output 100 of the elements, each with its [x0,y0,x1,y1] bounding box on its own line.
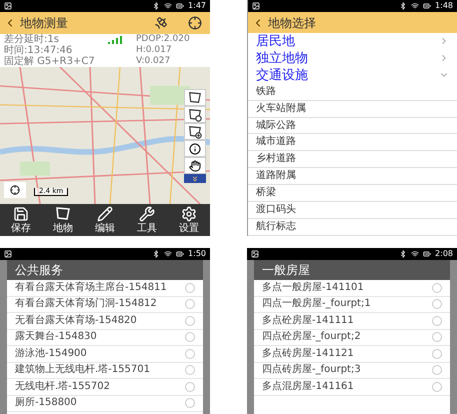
map-tool-button[interactable] [184,157,206,174]
option-label: 露天舞台-154830 [15,332,98,342]
bluetooth-icon [152,2,160,10]
toolbar-button[interactable]: 设置 [168,204,210,236]
radio-button[interactable] [432,316,442,326]
option-row[interactable]: 四点一般房屋-_fourpt;1 [254,296,450,313]
option-row[interactable]: 四点砖房屋-_fourpt;3 [254,362,450,379]
subcategory-item[interactable]: 火车站附属 [248,100,457,118]
option-row[interactable]: 建筑物上无线电杆.塔-155701 [7,362,203,379]
status-time: 1:48 [435,2,453,10]
option-row[interactable]: 多点砼房屋-141111 [254,313,450,330]
radio-button[interactable] [185,398,195,408]
option-label: 四点砼房屋-_fourpt;2 [262,332,362,342]
radio-button[interactable] [432,348,442,359]
radio-button[interactable] [185,382,195,392]
option-label: 游泳池-154900 [15,348,88,359]
radio-button[interactable] [432,332,442,342]
radio-button[interactable] [185,365,195,376]
option-label: 多点一般房屋-141101 [262,282,365,293]
option-row[interactable]: 四点砼房屋-_fourpt;2 [254,330,450,346]
option-row[interactable]: 有看台露天体育场门洞-154812 [7,296,203,313]
subcategory-item[interactable]: 城市道路 [248,134,457,152]
wifi-icon [411,250,420,258]
image-icon [251,250,259,258]
image-icon [252,2,260,10]
screen-title: 地物选择 [268,14,316,32]
category-row[interactable]: 居民地 [248,33,457,50]
subcategory-item[interactable]: 乡村道路 [248,151,457,168]
option-label: 多点砖房屋-141121 [262,348,355,359]
bluetooth-icon [152,250,160,258]
option-row[interactable]: 多点砖房屋-141121 [254,346,450,362]
subcategory-item[interactable]: 桥梁 [248,185,457,202]
radio-button[interactable] [185,299,195,310]
map-tool-button[interactable] [184,89,206,106]
option-label: 多点混房屋-141161 [262,382,355,392]
subcategory-item[interactable]: 道路附属 [248,168,457,186]
option-row[interactable]: 多点一般房屋-141101 [254,280,450,296]
category-row[interactable]: 独立地物 [248,50,457,67]
wifi-icon [411,2,420,10]
info-icon [189,142,201,154]
pencil-icon [97,206,113,222]
option-row[interactable]: 有看台露天体育场主席台-154811 [7,280,203,296]
radio-button[interactable] [185,348,195,359]
radio-button[interactable] [432,282,442,293]
image-icon [4,2,12,10]
locate-button[interactable] [4,182,26,198]
battery-icon [423,250,432,258]
info-text: 差分延时:1s [4,34,59,45]
radio-button[interactable] [432,365,442,376]
polygon-add-icon [188,124,202,138]
wifi-icon [164,250,172,258]
subcategory-item[interactable]: 渡口码头 [248,202,457,220]
screen-title: 地物测量 [20,15,69,32]
option-label: 无线电杆.塔-155702 [15,382,111,392]
expand-button[interactable] [184,174,206,183]
polygon-icon [55,206,71,222]
option-row[interactable]: 厕所-158800 [7,396,203,412]
status-time: 1:47 [188,2,206,10]
signal-icon [108,36,124,44]
hand-icon [189,160,201,172]
option-row[interactable]: 游泳池-154900 [7,346,203,362]
toolbar-button[interactable]: 编辑 [84,204,126,236]
info-text: V:0.027 [136,56,172,67]
battery-icon [176,2,184,10]
option-label: 多点砼房屋-141111 [262,316,355,326]
satellite-icon[interactable] [154,16,168,30]
subcategory-item[interactable]: 铁路 [248,84,457,101]
radio-button[interactable] [432,382,442,392]
chevrons-down-icon [191,174,199,182]
image-icon [4,250,12,258]
radio-button[interactable] [185,316,195,326]
settings-icon [181,206,197,222]
radio-button[interactable] [185,332,195,342]
info-text: H:0.017 [136,45,173,56]
bluetooth-icon [399,250,408,258]
radio-button[interactable] [185,282,195,293]
radio-button[interactable] [432,299,442,310]
info-text: PDOP:2.020 [136,34,191,45]
locate-icon [10,185,20,195]
wrench-icon [139,206,155,222]
subcategory-item[interactable]: 航行标志 [248,219,457,236]
info-text: 时间:13:47:46 [4,45,72,56]
map-tool-button[interactable] [184,140,206,157]
option-row[interactable]: 无看台露天体育场-154820 [7,313,203,330]
toolbar-button[interactable]: 地物 [42,204,84,236]
crosshair-icon[interactable] [188,16,202,30]
option-row[interactable]: 无线电杆.塔-155702 [7,379,203,396]
toolbar-button[interactable]: 保存 [0,204,42,236]
category-row[interactable]: 交通设施 [248,66,457,84]
map-tool-button[interactable] [184,106,206,123]
wifi-icon [164,2,172,10]
subcategory-item[interactable]: 城际公路 [248,118,457,134]
polygon-icon [188,90,202,104]
battery-icon [176,250,184,258]
option-row[interactable]: 多点混房屋-141161 [254,379,450,396]
toolbar-button[interactable]: 工具 [126,204,168,236]
bluetooth-icon [399,2,408,10]
map-tool-button[interactable] [184,123,206,140]
option-row[interactable]: 露天舞台-154830 [7,330,203,346]
option-label: 有看台露天体育场门洞-154812 [15,299,158,310]
